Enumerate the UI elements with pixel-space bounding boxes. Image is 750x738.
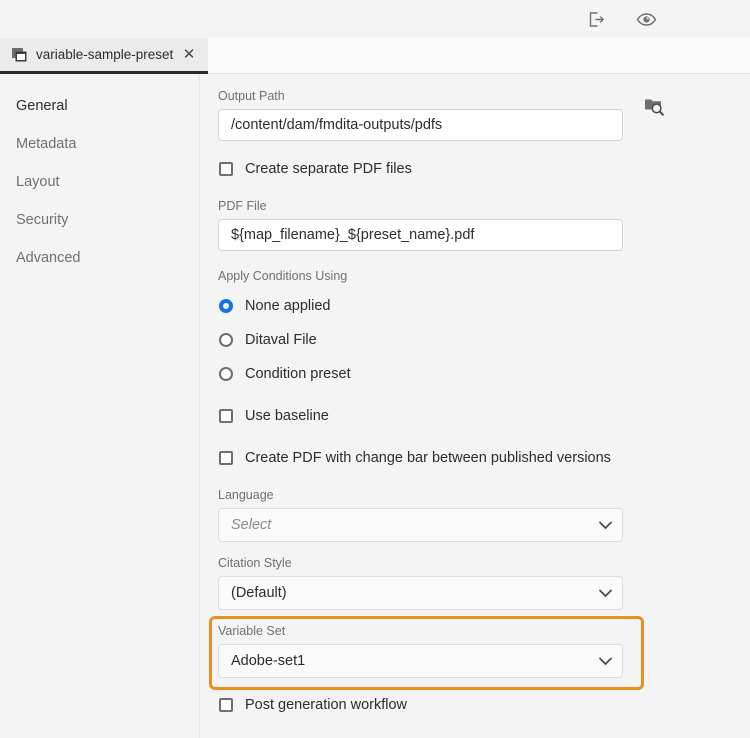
sidebar-item-security[interactable]: Security bbox=[0, 201, 199, 239]
language-value: Select bbox=[231, 517, 272, 533]
change-bar-checkbox[interactable]: Create PDF with change bar between publi… bbox=[219, 450, 611, 466]
checkbox-box bbox=[219, 409, 233, 423]
sidebar-item-label: Security bbox=[16, 212, 69, 228]
radio-label: None applied bbox=[245, 298, 331, 314]
radio-indicator bbox=[219, 367, 233, 381]
tab-label: variable-sample-preset bbox=[36, 47, 174, 62]
use-baseline-checkbox[interactable]: Use baseline bbox=[219, 408, 329, 424]
variable-set-select[interactable]: Adobe-set1 bbox=[218, 644, 623, 678]
variable-set-label: Variable Set bbox=[218, 624, 286, 638]
pdf-file-input[interactable]: ${map_filename}_${preset_name}.pdf bbox=[218, 219, 623, 251]
settings-sidebar: General Metadata Layout Security Advance… bbox=[0, 75, 200, 738]
apply-conditions-label: Apply Conditions Using bbox=[218, 269, 348, 283]
output-path-input[interactable]: /content/dam/fmdita-outputs/pdfs bbox=[218, 109, 623, 141]
radio-indicator bbox=[219, 299, 233, 313]
variable-set-value: Adobe-set1 bbox=[231, 653, 306, 669]
citation-style-select[interactable]: (Default) bbox=[218, 576, 623, 610]
radio-label: Ditaval File bbox=[245, 332, 317, 348]
output-path-label: Output Path bbox=[218, 89, 285, 103]
post-generation-workflow-checkbox[interactable]: Post generation workflow bbox=[219, 697, 407, 713]
general-settings-panel: Output Path /content/dam/fmdita-outputs/… bbox=[201, 75, 750, 738]
sidebar-item-label: Metadata bbox=[16, 136, 77, 152]
apply-conditions-group: Apply Conditions Using bbox=[218, 269, 347, 289]
folder-search-icon[interactable] bbox=[643, 95, 665, 117]
citation-style-field: Citation Style (Default) bbox=[218, 556, 623, 610]
radio-condition-preset[interactable]: Condition preset bbox=[219, 366, 351, 382]
radio-indicator bbox=[219, 333, 233, 347]
sidebar-item-layout[interactable]: Layout bbox=[0, 163, 199, 201]
change-bar-label: Create PDF with change bar between publi… bbox=[245, 450, 611, 466]
sidebar-item-label: Layout bbox=[16, 174, 60, 190]
tab-strip: variable-sample-preset ✕ bbox=[0, 38, 750, 74]
checkbox-box bbox=[219, 698, 233, 712]
citation-style-label: Citation Style bbox=[218, 556, 292, 570]
sidebar-item-label: General bbox=[16, 98, 68, 114]
radio-ditaval-file[interactable]: Ditaval File bbox=[219, 332, 317, 348]
sidebar-item-advanced[interactable]: Advanced bbox=[0, 239, 199, 277]
sidebar-item-metadata[interactable]: Metadata bbox=[0, 125, 199, 163]
variable-set-field: Variable Set Adobe-set1 bbox=[218, 624, 623, 678]
post-generation-workflow-label: Post generation workflow bbox=[245, 697, 407, 713]
windows-stack-icon bbox=[10, 46, 28, 64]
language-select[interactable]: Select bbox=[218, 508, 623, 542]
preview-eye-icon[interactable] bbox=[634, 7, 658, 31]
use-baseline-label: Use baseline bbox=[245, 408, 329, 424]
chevron-down-icon bbox=[598, 518, 612, 532]
top-toolbar bbox=[0, 0, 750, 38]
radio-none-applied[interactable]: None applied bbox=[219, 298, 330, 314]
language-label: Language bbox=[218, 488, 274, 502]
sidebar-item-label: Advanced bbox=[16, 250, 81, 266]
chevron-down-icon bbox=[598, 654, 612, 668]
citation-style-value: (Default) bbox=[231, 585, 287, 601]
preset-editor-window: variable-sample-preset ✕ General Metadat… bbox=[0, 0, 750, 738]
output-path-field: Output Path /content/dam/fmdita-outputs/… bbox=[218, 89, 664, 141]
language-field: Language Select bbox=[218, 488, 623, 542]
pdf-file-field: PDF File ${map_filename}_${preset_name}.… bbox=[218, 199, 623, 251]
tab-variable-sample-preset[interactable]: variable-sample-preset ✕ bbox=[0, 38, 208, 74]
create-separate-pdf-label: Create separate PDF files bbox=[245, 161, 412, 177]
checkbox-box bbox=[219, 451, 233, 465]
chevron-down-icon bbox=[598, 586, 612, 600]
create-separate-pdf-checkbox[interactable]: Create separate PDF files bbox=[219, 161, 412, 177]
sidebar-item-general[interactable]: General bbox=[0, 87, 199, 125]
export-icon[interactable] bbox=[584, 7, 608, 31]
close-icon[interactable]: ✕ bbox=[180, 46, 198, 64]
checkbox-box bbox=[219, 162, 233, 176]
radio-label: Condition preset bbox=[245, 366, 351, 382]
pdf-file-label: PDF File bbox=[218, 199, 267, 213]
